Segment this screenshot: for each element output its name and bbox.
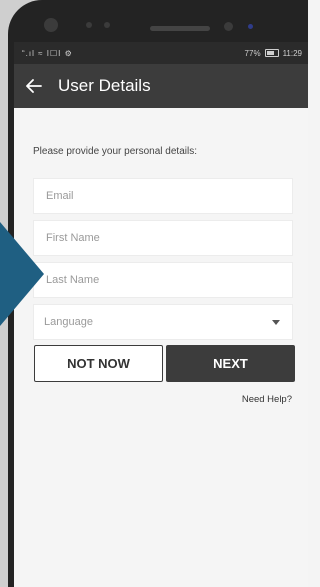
phone-screen: “.ıl ≈ I☐I ⚙ 77% 11:29 User Details Plea…	[14, 42, 308, 587]
last-name-field[interactable]	[44, 273, 292, 287]
iris-sensor	[248, 24, 253, 29]
email-field-container	[33, 178, 293, 214]
email-field[interactable]	[44, 189, 292, 203]
language-select-value: Language	[44, 316, 93, 328]
need-help-link[interactable]: Need Help?	[242, 394, 292, 405]
status-right: 77% 11:29	[245, 49, 302, 58]
chevron-down-icon	[272, 319, 280, 325]
page-title: User Details	[58, 76, 151, 95]
battery-icon	[264, 49, 279, 57]
language-select[interactable]: Language	[33, 304, 293, 340]
battery-percent: 77%	[244, 48, 261, 58]
sensor-dot	[86, 22, 92, 28]
earpiece-speaker	[150, 26, 210, 31]
arrow-left-icon[interactable]	[20, 64, 48, 108]
first-name-field-container	[33, 220, 293, 256]
form-prompt: Please provide your personal details:	[33, 146, 197, 157]
pointer-arrow-icon	[0, 222, 44, 326]
last-name-field-container	[33, 262, 293, 298]
front-camera-dot	[44, 18, 58, 32]
next-button[interactable]: NEXT	[166, 345, 295, 382]
not-now-button[interactable]: NOT NOW	[34, 345, 163, 382]
phone-frame: “.ıl ≈ I☐I ⚙ 77% 11:29 User Details Plea…	[0, 0, 308, 587]
signal-icons: “.ıl ≈ I☐I ⚙	[22, 48, 73, 58]
status-bar: “.ıl ≈ I☐I ⚙ 77% 11:29	[14, 42, 308, 64]
clock: 11:29	[282, 48, 302, 58]
first-name-field[interactable]	[44, 231, 292, 245]
sensor-dot	[104, 22, 110, 28]
proximity-sensor	[224, 22, 233, 31]
app-bar: User Details	[14, 64, 308, 108]
